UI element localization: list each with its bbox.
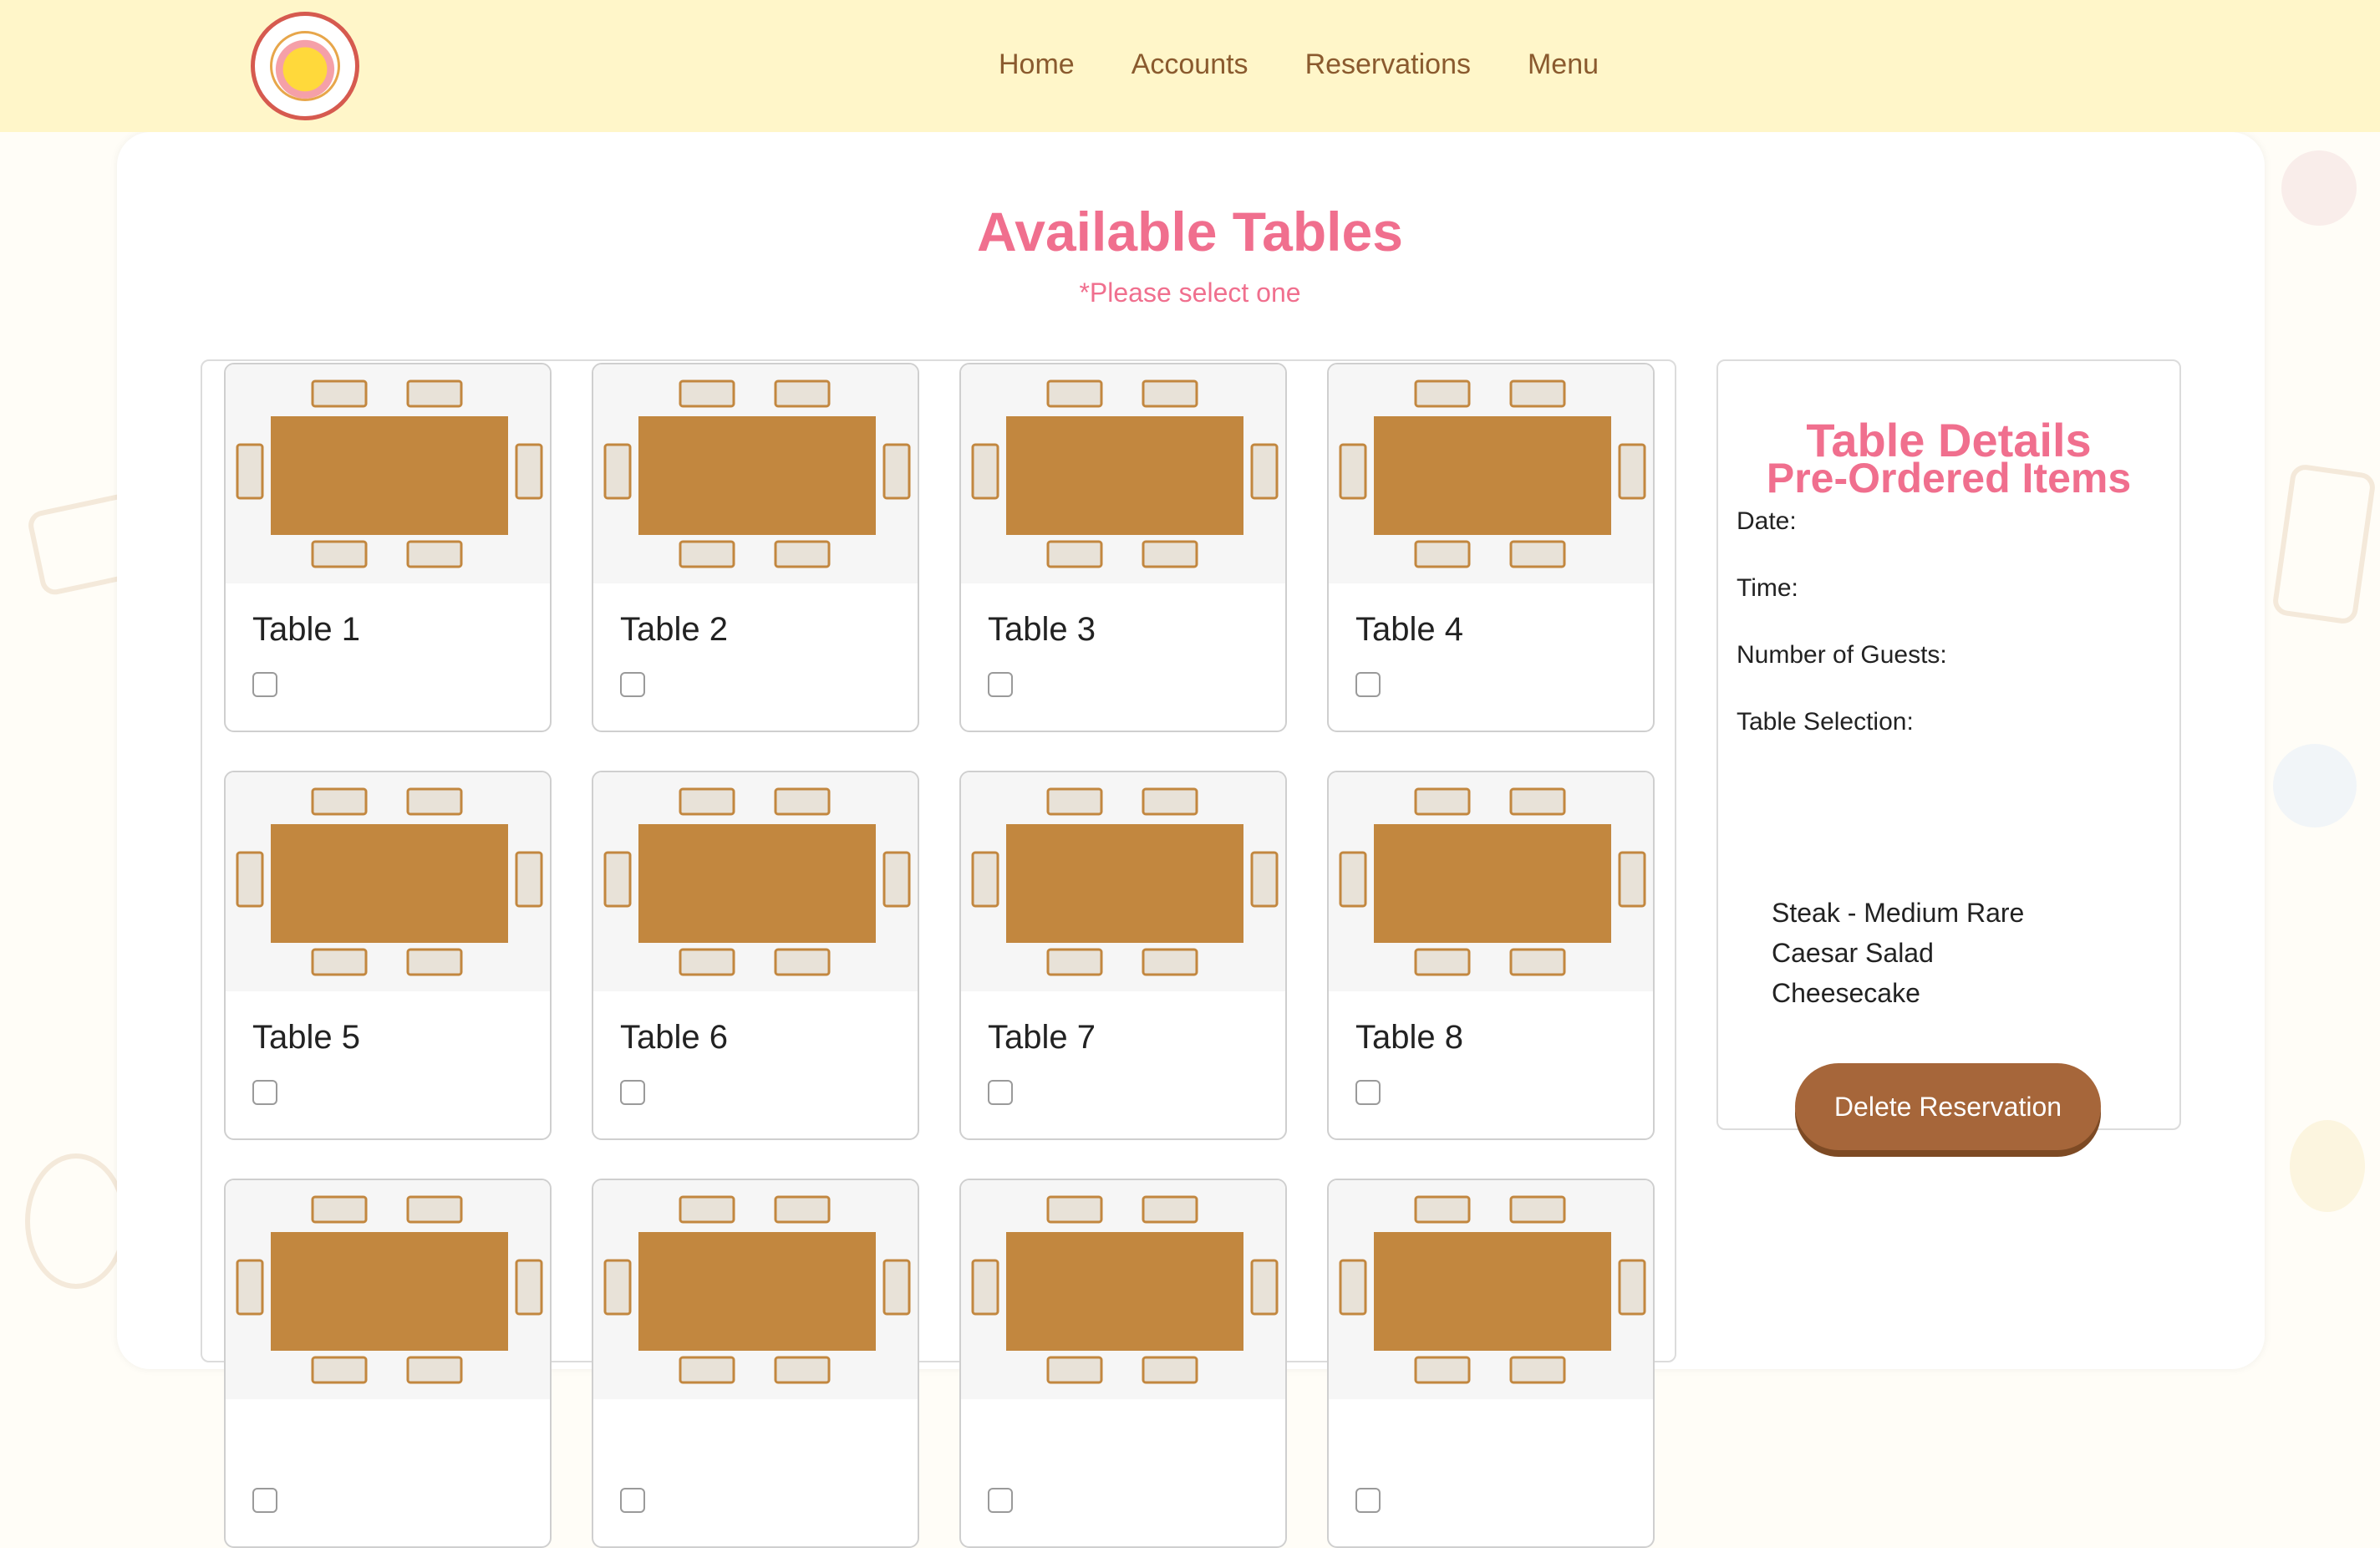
table-select-checkbox[interactable] [1355,672,1381,697]
site-header: Home Accounts Reservations Menu [0,0,2380,132]
background-doodle [25,1153,127,1289]
table-layout-icon [1329,1180,1653,1399]
table-card[interactable]: Table 3 [959,363,1287,732]
detail-guests-label: Number of Guests: [1737,641,1947,669]
table-layout-icon [226,1180,550,1399]
detail-selection-label: Table Selection: [1737,708,1914,736]
table-card-label: Table 7 [988,1019,1096,1056]
page-subtitle: *Please select one [1079,278,1301,308]
table-card[interactable] [1327,1179,1655,1548]
table-layout-icon [961,772,1285,991]
table-select-checkbox[interactable] [620,1080,645,1105]
table-layout-icon [961,364,1285,583]
table-layout-icon [1329,364,1653,583]
nav-reservations-link[interactable]: Reservations [1305,43,1471,85]
table-select-checkbox[interactable] [252,672,277,697]
table-card-label: Table 3 [988,611,1096,648]
tables-grid: Table 1 Table 2 Table 3 Table 4 Table 5 [201,359,1676,1548]
table-details-panel: Table Details Date: Time: Number of Gues… [1716,359,2181,1130]
background-doodle [2273,744,2357,827]
pikachu-icon [270,31,340,101]
delete-reservation-button[interactable]: Delete Reservation [1795,1063,2101,1150]
table-card-label: Table 1 [252,611,360,648]
table-card-label: Table 8 [1355,1019,1463,1056]
background-doodle [2271,462,2377,626]
nav-home-link[interactable]: Home [999,43,1075,85]
table-select-checkbox[interactable] [988,1080,1013,1105]
table-card[interactable] [224,1179,552,1548]
table-layout-icon [593,1180,918,1399]
table-card-label: Table 6 [620,1019,728,1056]
nav-accounts-link[interactable]: Accounts [1132,43,1248,85]
table-card-label: Table 4 [1355,611,1463,648]
table-layout-icon [593,772,918,991]
table-select-checkbox[interactable] [620,672,645,697]
detail-date-label: Date: [1737,507,1797,535]
table-select-checkbox[interactable] [252,1080,277,1105]
pikachu-sweets-logo-icon[interactable] [251,12,359,120]
background-doodle [2290,1120,2365,1212]
table-card[interactable]: Table 8 [1327,771,1655,1140]
preorder-item: Steak - Medium Rare [1772,898,2025,928]
table-layout-icon [1329,772,1653,991]
table-layout-icon [226,364,550,583]
table-select-checkbox[interactable] [252,1488,277,1513]
table-layout-icon [961,1180,1285,1399]
main-nav: Home Accounts Reservations Menu [999,43,1599,85]
table-card[interactable] [959,1179,1287,1548]
table-card[interactable]: Table 1 [224,363,552,732]
preorder-title: Pre-Ordered Items [1766,455,2132,502]
nav-menu-link[interactable]: Menu [1528,43,1599,85]
table-select-checkbox[interactable] [1355,1488,1381,1513]
table-card[interactable] [592,1179,919,1548]
table-card[interactable]: Table 2 [592,363,919,732]
table-layout-icon [593,364,918,583]
preorder-item: Cheesecake [1772,978,1920,1008]
page-title: Available Tables [977,201,1403,262]
table-card[interactable]: Table 5 [224,771,552,1140]
preorder-item: Caesar Salad [1772,938,1934,968]
table-select-checkbox[interactable] [1355,1080,1381,1105]
table-select-checkbox[interactable] [988,672,1013,697]
table-select-checkbox[interactable] [620,1488,645,1513]
table-layout-icon [226,772,550,991]
table-card-label: Table 2 [620,611,728,648]
table-card-label: Table 5 [252,1019,360,1056]
table-card[interactable]: Table 6 [592,771,919,1140]
detail-time-label: Time: [1737,574,1798,602]
table-select-checkbox[interactable] [988,1488,1013,1513]
table-card[interactable]: Table 4 [1327,363,1655,732]
table-card[interactable]: Table 7 [959,771,1287,1140]
